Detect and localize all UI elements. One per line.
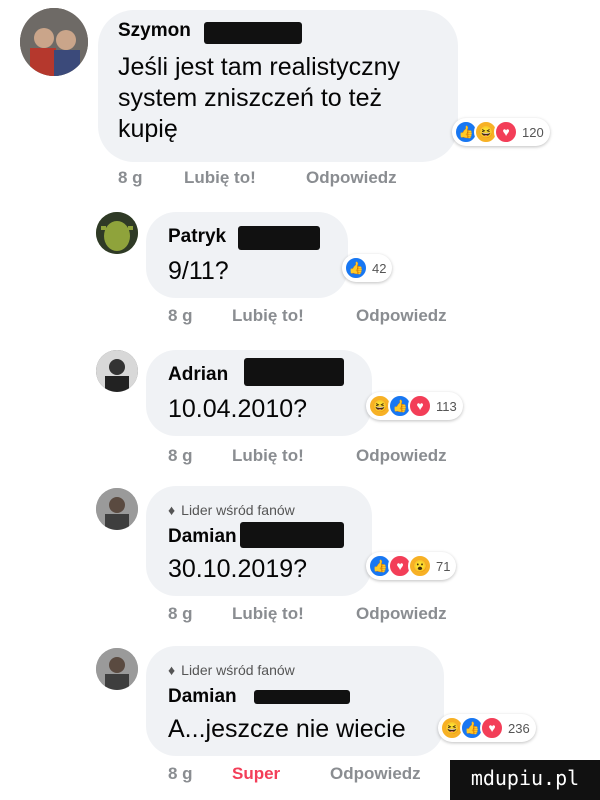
reply-button[interactable]: Odpowiedz [330, 764, 421, 784]
avatar-photo-icon [96, 648, 138, 690]
redacted-surname [254, 690, 350, 704]
reaction-count: 236 [508, 720, 530, 736]
comment-author[interactable]: Szymon [118, 20, 191, 42]
like-button[interactable]: Lubię to! [184, 168, 306, 188]
comment-text: 9/11? [168, 257, 229, 285]
super-button[interactable]: Super [232, 764, 330, 784]
avatar-photo-icon [96, 350, 138, 392]
comment-text: 30.10.2019? [168, 555, 308, 583]
reaction-badge[interactable]: 👍 42 [342, 254, 393, 282]
watermark-logo: mdupiu.pl [450, 760, 600, 800]
comment-actions: 8 g Lubię to! Odpowiedz [168, 446, 447, 466]
love-icon: ♥ [494, 120, 518, 144]
reaction-count: 120 [522, 124, 544, 140]
reaction-count: 71 [436, 558, 451, 574]
comment-time[interactable]: 8 g [118, 168, 184, 188]
comment-author[interactable]: Patryk [168, 226, 226, 248]
redacted-surname [240, 522, 344, 548]
diamond-icon: ♦ [168, 502, 176, 518]
avatar-photo-icon [20, 8, 88, 76]
comment-actions: 8 g Lubię to! Odpowiedz [168, 306, 447, 326]
comment-text: 10.04.2010? [168, 395, 308, 423]
like-button[interactable]: Lubię to! [232, 306, 356, 326]
comment-time[interactable]: 8 g [168, 446, 232, 466]
reply-button[interactable]: Odpowiedz [356, 446, 447, 466]
comment-time[interactable]: 8 g [168, 306, 232, 326]
reaction-badge[interactable]: 😆 👍 ♥ 236 [438, 714, 536, 742]
redacted-surname [204, 22, 302, 44]
avatar-photo-icon [96, 488, 138, 530]
love-icon: ♥ [408, 394, 432, 418]
comment-actions: 8 g Lubię to! Odpowiedz [118, 168, 397, 188]
like-button[interactable]: Lubię to! [232, 446, 356, 466]
comment-author[interactable]: Damian [168, 686, 237, 708]
reaction-count: 42 [372, 260, 387, 276]
comment-text: Jeśli jest tam realistyczny system znisz… [118, 53, 401, 143]
avatar[interactable] [96, 488, 138, 530]
comment-text: A...jeszcze nie wiecie [168, 715, 406, 743]
comment-actions: 8 g Lubię to! Odpowiedz [168, 604, 447, 624]
reaction-badge[interactable]: 👍 😆 ♥ 120 [452, 118, 550, 146]
reaction-count: 113 [436, 398, 457, 414]
reaction-badge[interactable]: 👍 ♥ 😮 71 [366, 552, 457, 580]
reply-button[interactable]: Odpowiedz [356, 604, 447, 624]
wow-icon: 😮 [408, 554, 432, 578]
comment-time[interactable]: 8 g [168, 764, 232, 784]
comment-time[interactable]: 8 g [168, 604, 232, 624]
avatar[interactable] [96, 648, 138, 690]
reply-button[interactable]: Odpowiedz [306, 168, 397, 188]
diamond-icon: ♦ [168, 662, 176, 678]
comment-author[interactable]: Adrian [168, 364, 228, 386]
comment-actions: 8 g Super Odpowiedz [168, 764, 421, 784]
avatar[interactable] [96, 212, 138, 254]
fan-badge: ♦ Lider wśród fanów [168, 502, 295, 518]
like-button[interactable]: Lubię to! [232, 604, 356, 624]
like-icon: 👍 [344, 256, 368, 280]
love-icon: ♥ [480, 716, 504, 740]
avatar[interactable] [96, 350, 138, 392]
avatar[interactable] [20, 8, 88, 76]
redacted-surname [238, 226, 320, 250]
reply-button[interactable]: Odpowiedz [356, 306, 447, 326]
redacted-surname [244, 358, 344, 386]
reaction-badge[interactable]: 😆 👍 ♥ 113 [366, 392, 463, 420]
avatar-shrek-icon [96, 212, 138, 254]
comment-author[interactable]: Damian [168, 526, 237, 548]
fan-badge: ♦ Lider wśród fanów [168, 662, 295, 678]
